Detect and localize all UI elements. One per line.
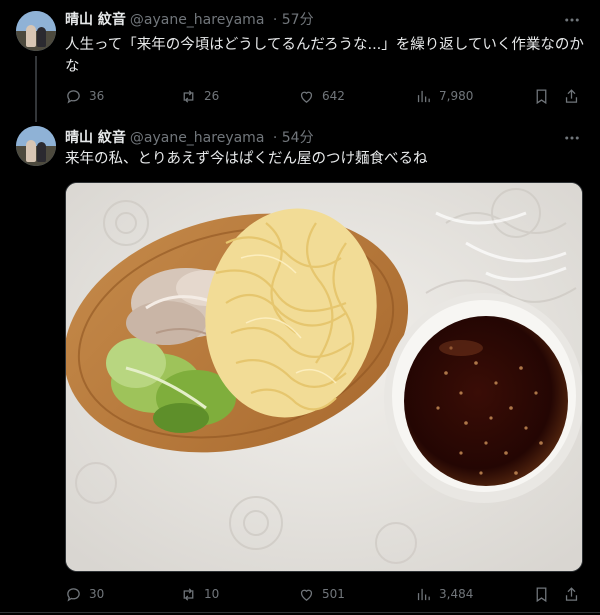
bookmark-icon (536, 586, 547, 602)
like-button[interactable]: 501 (298, 584, 345, 604)
views-count: 3,484 (439, 587, 474, 601)
reply-icon (67, 89, 80, 104)
retweet-icon (183, 89, 194, 103)
reply-button[interactable]: 30 (65, 584, 104, 604)
action-bar: 30 10 501 3,484 (65, 584, 585, 604)
views-icon (417, 90, 430, 102)
like-count: 642 (322, 89, 345, 103)
reply-icon (67, 587, 80, 602)
timestamp[interactable]: · 54分 (273, 130, 314, 146)
thread-line (35, 56, 37, 122)
like-icon (300, 589, 313, 601)
views-button[interactable]: 7,980 (415, 86, 473, 106)
share-button[interactable] (563, 86, 580, 106)
tweet-header: 晴山 紋音 @ayane_hareyama · 54分 (65, 128, 314, 148)
like-button[interactable]: 642 (298, 86, 345, 106)
more-icon[interactable] (562, 129, 582, 149)
retweet-button[interactable]: 26 (180, 86, 219, 106)
bookmark-button[interactable] (533, 86, 550, 106)
views-button[interactable]: 3,484 (415, 584, 473, 604)
tweet-photo[interactable] (65, 182, 583, 572)
tweet-2[interactable]: 晴山 紋音 @ayane_hareyama · 54分 来年の私、とりあえず今はぱ… (0, 122, 600, 615)
action-bar: 36 26 642 7,980 (65, 86, 585, 106)
display-name[interactable]: 晴山 紋音 (65, 12, 126, 28)
retweet-button[interactable]: 10 (180, 584, 219, 604)
retweet-count: 10 (204, 587, 220, 601)
bookmark-button[interactable] (533, 584, 550, 604)
user-handle[interactable]: @ayane_hareyama (130, 12, 265, 28)
timestamp[interactable]: · 57分 (273, 12, 314, 28)
views-count: 7,980 (439, 89, 474, 103)
bottom-divider (0, 612, 600, 613)
share-icon (565, 586, 578, 601)
reply-count: 30 (89, 587, 105, 601)
like-icon (300, 91, 313, 103)
like-count: 501 (322, 587, 345, 601)
more-icon[interactable] (562, 11, 582, 31)
views-icon (417, 588, 430, 600)
display-name[interactable]: 晴山 紋音 (65, 130, 126, 146)
tweet-text: 人生って「来年の今頃はどうしてるんだろうな...」を繰り返していく作業なのかな (65, 37, 584, 75)
reply-count: 36 (89, 89, 105, 103)
tsukemen-photo-image (66, 183, 582, 571)
user-handle[interactable]: @ayane_hareyama (130, 130, 265, 146)
avatar[interactable] (16, 126, 56, 166)
retweet-icon (183, 587, 194, 601)
share-button[interactable] (563, 584, 580, 604)
bookmark-icon (536, 88, 547, 104)
share-icon (565, 88, 578, 103)
tweet-text: 来年の私、とりあえず今はぱくだん屋のつけ麺食べるね (65, 151, 428, 167)
tweet-header: 晴山 紋音 @ayane_hareyama · 57分 (65, 10, 314, 30)
avatar[interactable] (16, 11, 56, 51)
tweet-1[interactable]: 晴山 紋音 @ayane_hareyama · 57分 人生って「来年の今頃はどう… (0, 0, 600, 122)
retweet-count: 26 (204, 89, 220, 103)
reply-button[interactable]: 36 (65, 86, 104, 106)
